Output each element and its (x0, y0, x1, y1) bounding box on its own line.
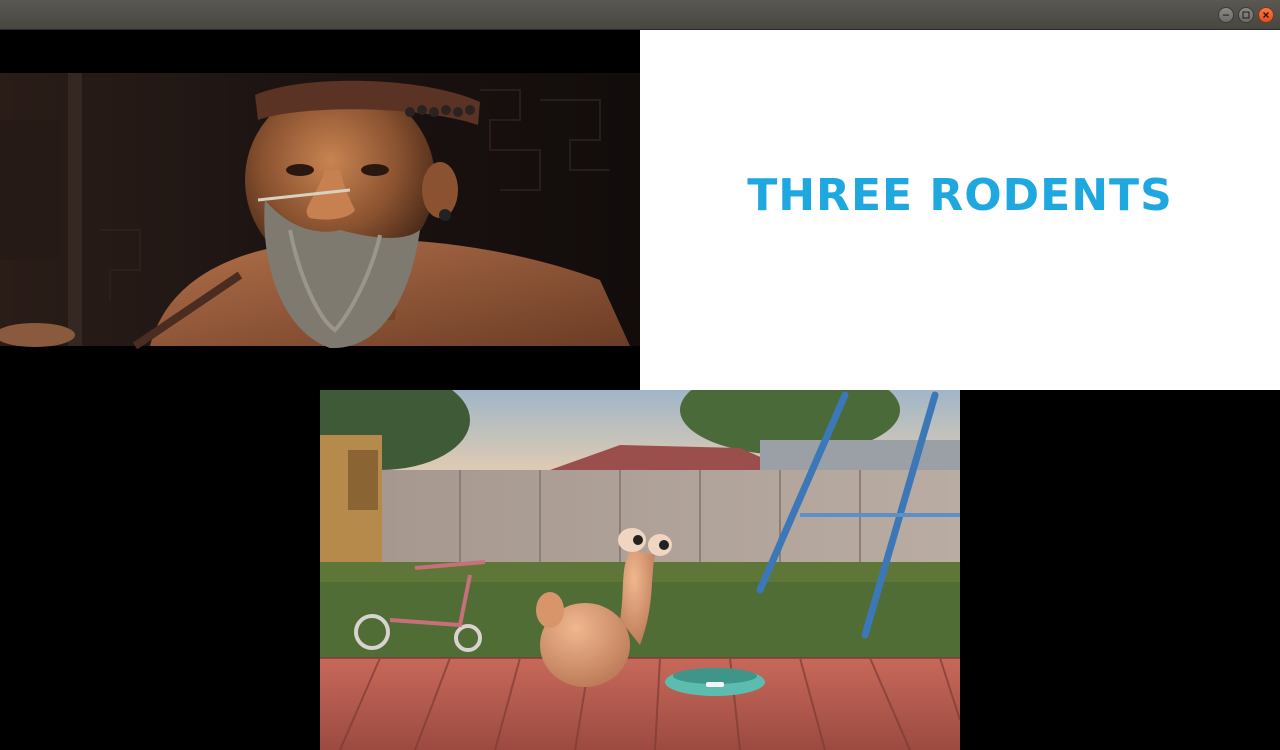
maximize-button[interactable] (1238, 7, 1254, 23)
video-player-window: THREE RODENTS (0, 0, 1280, 750)
video-frame-backyard (320, 390, 960, 750)
video-frame-old-man (0, 30, 640, 390)
close-icon (1263, 12, 1269, 18)
title-bar[interactable] (0, 0, 1280, 30)
video-pane-top-right[interactable]: THREE RODENTS (640, 30, 1280, 390)
video-pane-bottom[interactable] (320, 390, 960, 750)
maximize-icon (1242, 11, 1250, 19)
minimize-button[interactable] (1218, 7, 1234, 23)
close-button[interactable] (1258, 7, 1274, 23)
minimize-icon (1223, 14, 1229, 16)
video-pane-top-left[interactable] (0, 30, 640, 390)
title-card-text: THREE RODENTS (747, 170, 1173, 221)
